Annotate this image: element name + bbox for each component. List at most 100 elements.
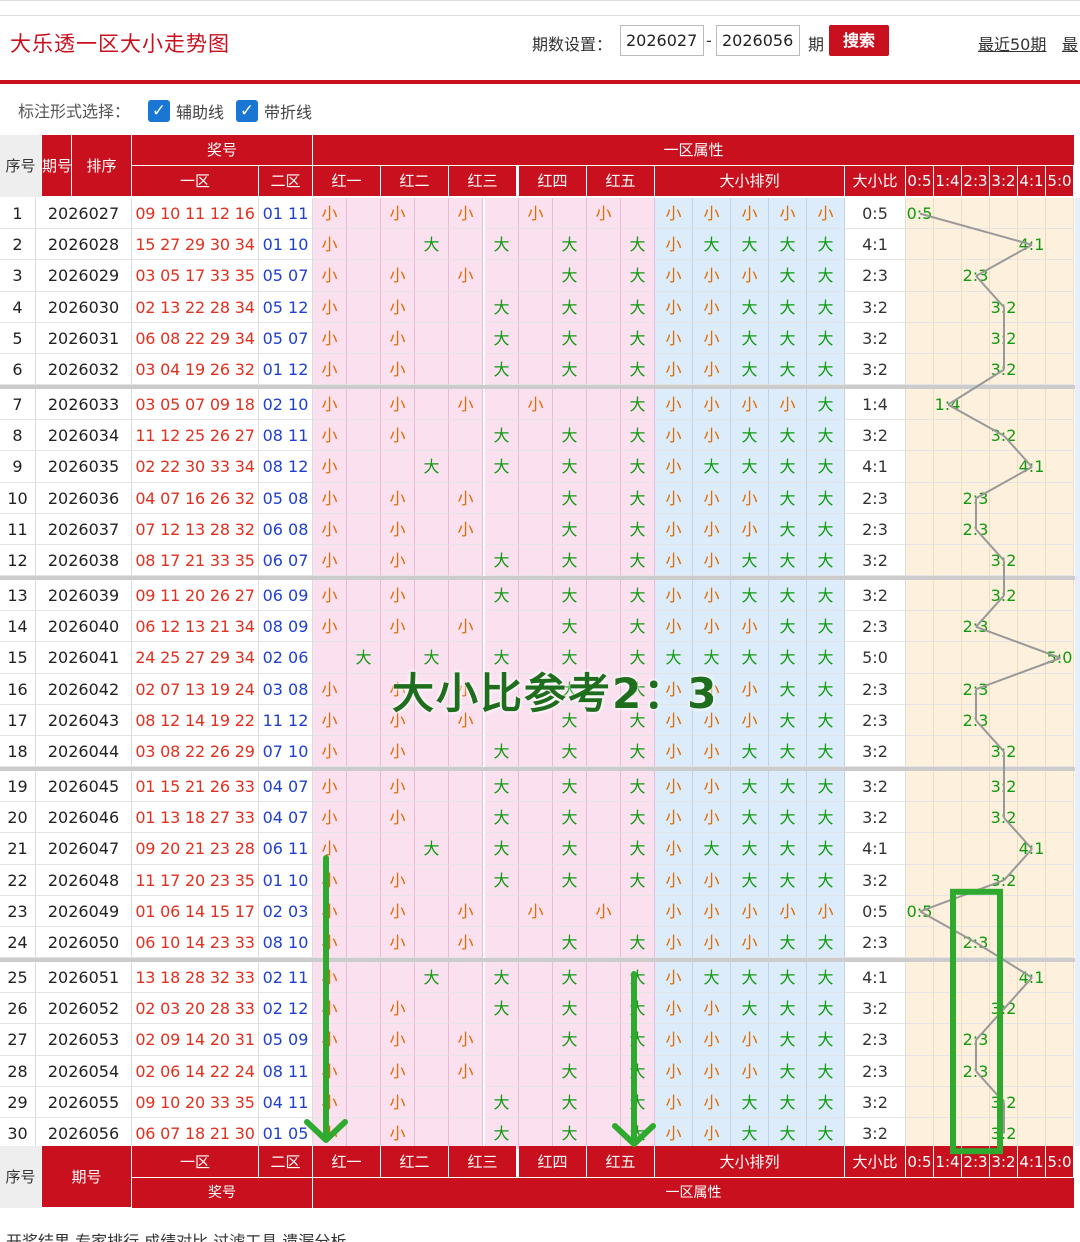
red-4-small [519, 864, 553, 896]
red-5-big: 大 [621, 420, 655, 452]
ratio-trend-cell [990, 673, 1018, 705]
footer-nav[interactable]: 开奖结果 专家排行 成绩对比 过滤工具 遗漏分析 [6, 1228, 346, 1242]
arrangement-cell: 大 [731, 993, 769, 1025]
ratio-trend-cell [1046, 704, 1074, 736]
red-3-big [485, 895, 519, 927]
ratio-trend-cell [990, 229, 1018, 261]
arrangement-cell: 大 [807, 229, 845, 261]
red-1-small: 小 [313, 451, 347, 483]
row-red-numbers: 01 15 21 26 33 [132, 771, 259, 803]
row-period: 2026040 [36, 611, 132, 643]
red-3-big [485, 611, 519, 643]
row-red-numbers: 02 07 13 19 24 [132, 673, 259, 705]
row-ratio: 3:2 [845, 802, 906, 834]
arrangement-cell: 大 [693, 833, 731, 865]
red-4-small [519, 993, 553, 1025]
red-3-small [449, 802, 483, 834]
red-2-big [415, 895, 449, 927]
arrangement-cell: 大 [769, 704, 807, 736]
arrangement-cell: 小 [807, 198, 845, 230]
arrangement-cell: 大 [731, 771, 769, 803]
arrangement-cell: 大 [769, 482, 807, 514]
arrangement-cell: 大 [731, 580, 769, 612]
footer-attr: 一区属性 [313, 1178, 1075, 1208]
red-3-big: 大 [485, 1086, 519, 1118]
ratio-trend-cell [1046, 260, 1074, 292]
row-period: 2026031 [36, 322, 132, 354]
row-blue-numbers: 08 11 [259, 1055, 313, 1087]
red-5-small [587, 545, 621, 577]
header-attr: 一区属性 [313, 135, 1075, 166]
arrangement-cell: 小 [655, 260, 693, 292]
arrangement-cell: 大 [693, 229, 731, 261]
footer-red-2: 红二 [381, 1146, 449, 1178]
arrangement-cell: 小 [693, 322, 731, 354]
row-period: 2026029 [36, 260, 132, 292]
red-2-big [415, 389, 449, 421]
red-2-big [415, 864, 449, 896]
arrangement-cell: 小 [693, 1118, 731, 1150]
ratio-trend-cell [906, 993, 934, 1025]
ratio-trend-cell: 3:2 [990, 545, 1018, 577]
scrollbar[interactable] [1075, 198, 1080, 1146]
red-4-big: 大 [553, 291, 587, 323]
row-seq: 8 [0, 420, 36, 452]
red-4-small: 小 [519, 389, 553, 421]
arrangement-cell: 大 [807, 580, 845, 612]
arrangement-cell: 小 [655, 802, 693, 834]
arrangement-cell: 小 [693, 927, 731, 959]
red-5-small [587, 1024, 621, 1056]
red-2-big: 大 [415, 451, 449, 483]
ratio-trend-cell [990, 389, 1018, 421]
ratio-trend-cell [990, 611, 1018, 643]
red-3-small [449, 420, 483, 452]
arrangement-cell: 小 [769, 389, 807, 421]
row-blue-numbers: 08 12 [259, 451, 313, 483]
row-red-numbers: 06 10 14 23 33 [132, 927, 259, 959]
red-1-big [347, 1055, 381, 1087]
footer-arrangement: 大小排列 [655, 1146, 845, 1178]
ratio-trend-cell [1018, 864, 1046, 896]
arrangement-cell: 小 [655, 451, 693, 483]
red-4-big [553, 198, 587, 230]
ratio-trend-cell [962, 736, 990, 768]
red-1-big [347, 389, 381, 421]
footer-jianghao: 奖号 [132, 1178, 313, 1208]
red-1-big [347, 704, 381, 736]
red-3-big: 大 [485, 420, 519, 452]
arrangement-cell: 小 [769, 895, 807, 927]
red-2-small: 小 [381, 322, 415, 354]
row-seq: 13 [0, 580, 36, 612]
arrangement-cell: 小 [807, 895, 845, 927]
row-blue-numbers: 06 09 [259, 580, 313, 612]
header-sort-button[interactable]: 排序 [72, 135, 132, 197]
arrangement-cell: 小 [693, 198, 731, 230]
ratio-trend-cell [906, 291, 934, 323]
red-2-small: 小 [381, 291, 415, 323]
row-ratio: 2:3 [845, 1024, 906, 1056]
arrangement-cell: 小 [693, 993, 731, 1025]
arrangement-cell: 小 [731, 389, 769, 421]
red-5-small [587, 736, 621, 768]
red-2-big [415, 545, 449, 577]
red-2-big [415, 354, 449, 386]
red-1-small: 小 [313, 260, 347, 292]
red-2-small: 小 [381, 895, 415, 927]
arrangement-cell: 大 [807, 482, 845, 514]
red-5-big: 大 [621, 771, 655, 803]
row-red-numbers: 06 07 18 21 30 [132, 1118, 259, 1150]
red-5-big: 大 [621, 322, 655, 354]
ratio-trend-cell [906, 1118, 934, 1150]
red-2-big [415, 611, 449, 643]
ratio-trend-cell [906, 802, 934, 834]
red-3-small [449, 229, 483, 261]
red-1-big [347, 545, 381, 577]
ratio-trend-cell [1046, 993, 1074, 1025]
arrangement-cell: 小 [655, 736, 693, 768]
ratio-trend-cell [1046, 1118, 1074, 1150]
ratio-trend-cell [934, 1024, 962, 1056]
ratio-trend-cell: 2:3 [962, 482, 990, 514]
row-blue-numbers: 06 11 [259, 833, 313, 865]
red-5-big: 大 [621, 451, 655, 483]
red-1-small: 小 [313, 962, 347, 994]
